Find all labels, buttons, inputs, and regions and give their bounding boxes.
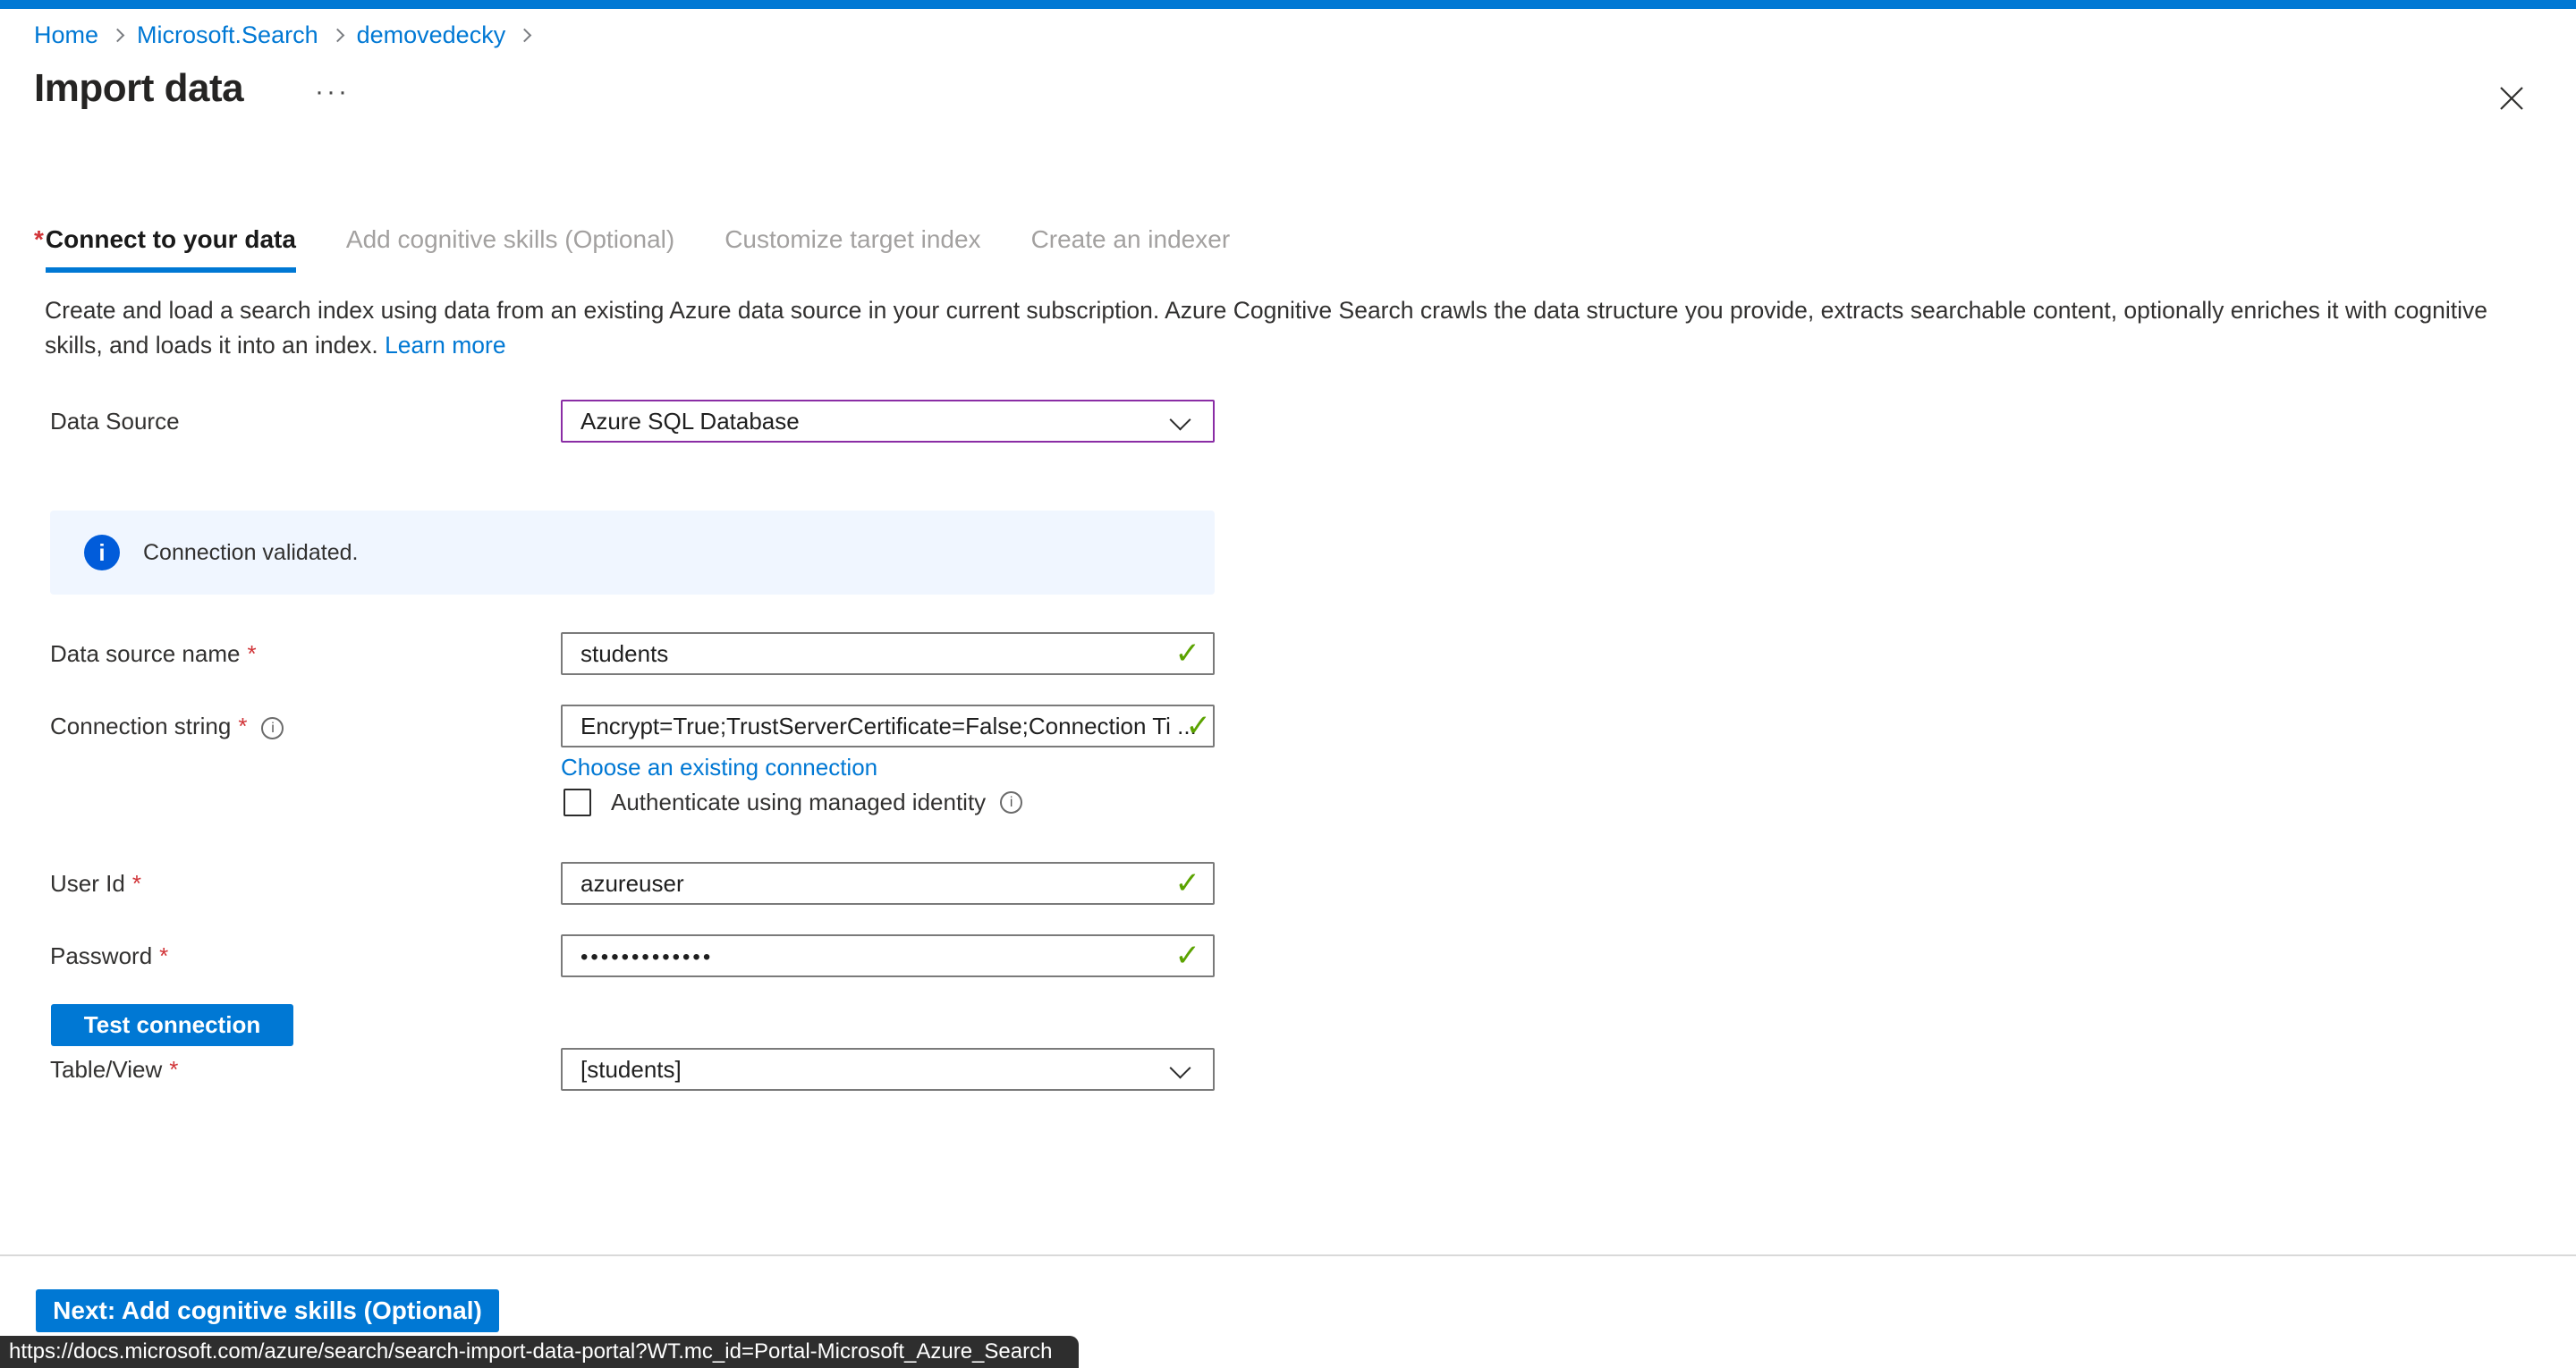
chevron-right-icon <box>518 29 532 43</box>
close-button[interactable] <box>2492 79 2531 118</box>
info-circle-icon[interactable]: i <box>1000 791 1022 814</box>
data-source-label: Data Source <box>50 400 180 443</box>
tab-add-cognitive-skills[interactable]: Add cognitive skills (Optional) <box>346 225 674 254</box>
valid-check-icon: ✓ <box>1175 936 1201 975</box>
data-source-value: Azure SQL Database <box>580 408 800 435</box>
choose-existing-connection-link[interactable]: Choose an existing connection <box>561 754 877 781</box>
password-label: Password * <box>50 934 168 977</box>
connection-validated-banner: i Connection validated. <box>50 511 1215 595</box>
close-icon <box>2496 82 2528 114</box>
tab-label: Connect to your data <box>46 225 296 273</box>
managed-identity-checkbox[interactable] <box>564 789 591 816</box>
chevron-down-icon <box>1169 1057 1191 1078</box>
connection-string-label: Connection string * i <box>50 705 284 747</box>
tab-label: Add cognitive skills (Optional) <box>346 225 674 253</box>
label-text: Data source name <box>50 640 240 667</box>
next-add-cognitive-skills-button[interactable]: Next: Add cognitive skills (Optional) <box>36 1289 499 1332</box>
password-input[interactable]: ••••••••••••• ✓ <box>561 934 1215 977</box>
user-id-label: User Id * <box>50 862 141 905</box>
link-status-bar: https://docs.microsoft.com/azure/search/… <box>0 1336 1079 1368</box>
breadcrumb-demovedecky-link[interactable]: demovedecky <box>357 21 506 49</box>
data-source-name-input[interactable]: students ✓ <box>561 632 1215 675</box>
data-source-name-label: Data source name * <box>50 632 257 675</box>
info-icon: i <box>84 535 120 570</box>
required-mark: * <box>159 942 168 969</box>
page-description: Create and load a search index using dat… <box>45 293 2549 363</box>
chevron-right-icon <box>330 29 344 43</box>
table-view-dropdown[interactable]: [students] <box>561 1048 1215 1091</box>
banner-text: Connection validated. <box>143 511 358 595</box>
breadcrumb: Home Microsoft.Search demovedecky <box>34 21 544 49</box>
required-mark: * <box>247 640 256 667</box>
label-text: User Id <box>50 870 125 897</box>
label-text: Data Source <box>50 408 180 435</box>
connection-string-input[interactable]: Encrypt=True;TrustServerCertificate=Fals… <box>561 705 1215 747</box>
data-source-name-value: students <box>580 640 668 667</box>
label-text: Table/View <box>50 1056 162 1083</box>
tab-customize-target-index[interactable]: Customize target index <box>724 225 980 254</box>
info-circle-icon[interactable]: i <box>261 717 284 739</box>
connection-string-value: Encrypt=True;TrustServerCertificate=Fals… <box>580 713 1197 739</box>
required-mark: * <box>34 225 44 253</box>
required-mark: * <box>132 870 141 897</box>
more-options-icon[interactable]: ··· <box>315 77 350 107</box>
table-view-value: [students] <box>580 1056 682 1083</box>
chevron-down-icon <box>1169 409 1191 430</box>
tab-create-an-indexer[interactable]: Create an indexer <box>1031 225 1231 254</box>
valid-check-icon: ✓ <box>1175 634 1201 673</box>
tab-label: Customize target index <box>724 225 980 253</box>
user-id-input[interactable]: azureuser ✓ <box>561 862 1215 905</box>
label-text: Connection string <box>50 713 231 739</box>
user-id-value: azureuser <box>580 870 684 897</box>
managed-identity-label: Authenticate using managed identity <box>611 789 986 816</box>
valid-check-icon: ✓ <box>1186 706 1212 746</box>
chevron-right-icon <box>111 29 125 43</box>
wizard-tabs: *Connect to your data Add cognitive skil… <box>34 225 1280 273</box>
valid-check-icon: ✓ <box>1175 864 1201 903</box>
footer-divider <box>0 1254 2576 1256</box>
data-source-dropdown[interactable]: Azure SQL Database <box>561 400 1215 443</box>
breadcrumb-microsoft-search-link[interactable]: Microsoft.Search <box>137 21 318 49</box>
managed-identity-row: Authenticate using managed identity i <box>564 789 1022 816</box>
password-value: ••••••••••••• <box>580 945 713 969</box>
page-title: Import data <box>34 66 243 111</box>
required-mark: * <box>169 1056 178 1083</box>
label-text: Password <box>50 942 152 969</box>
learn-more-link[interactable]: Learn more <box>385 332 506 359</box>
tab-label: Create an indexer <box>1031 225 1231 253</box>
table-view-label: Table/View * <box>50 1048 178 1091</box>
import-data-page: Home Microsoft.Search demovedecky Import… <box>0 0 2576 1368</box>
required-mark: * <box>238 713 247 739</box>
test-connection-button[interactable]: Test connection <box>51 1004 293 1046</box>
breadcrumb-home-link[interactable]: Home <box>34 21 98 49</box>
portal-top-accent-bar <box>0 0 2576 9</box>
tab-connect-to-your-data[interactable]: *Connect to your data <box>34 225 296 273</box>
